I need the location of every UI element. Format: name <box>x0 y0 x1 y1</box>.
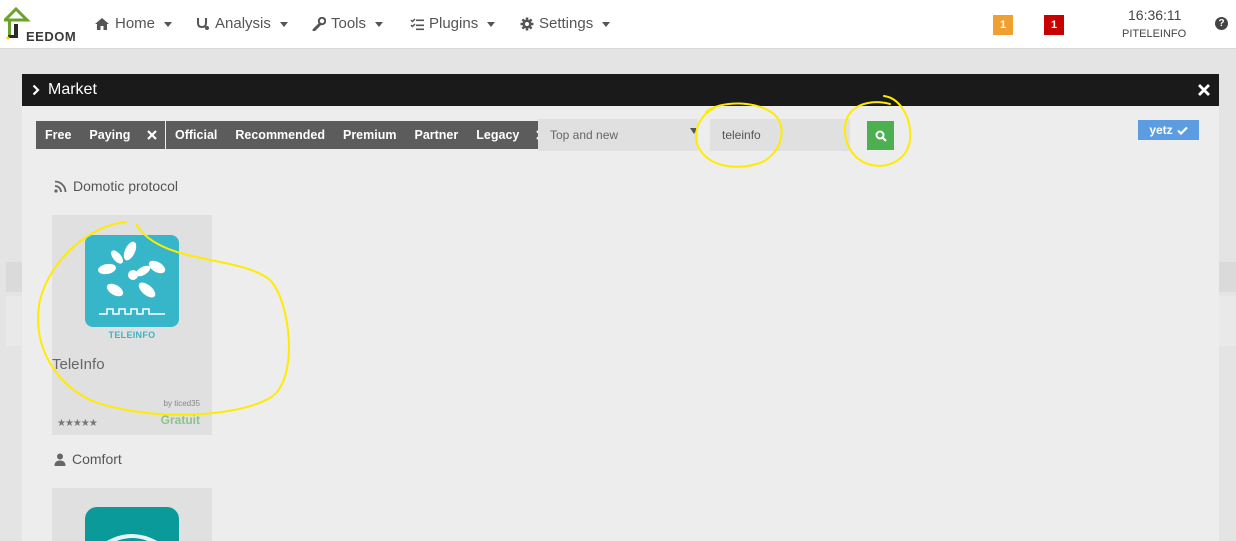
plugin-card-comfort[interactable] <box>52 488 212 541</box>
filter-recommended-button[interactable]: Recommended <box>226 121 334 149</box>
modal-header: Market <box>22 74 1219 106</box>
filter-paying-button[interactable]: Paying <box>80 121 139 149</box>
chevron-down-icon <box>602 22 611 27</box>
filter-premium-button[interactable]: Premium <box>334 121 406 149</box>
background-panel <box>1219 296 1236 346</box>
nav-tools-label: Tools <box>331 15 367 32</box>
comfort-plugin-icon <box>85 507 179 541</box>
clock-time: 16:36:11 <box>1128 7 1182 23</box>
category-label: Domotic protocol <box>73 178 179 194</box>
market-user-button[interactable]: yetz <box>1138 120 1199 140</box>
search-icon <box>875 130 887 142</box>
user-icon <box>54 453 66 466</box>
modal-title: Market <box>48 81 97 98</box>
category-domotic-protocol: Domotic protocol <box>54 178 178 194</box>
logo-text: EEDOM <box>26 29 77 44</box>
plugin-author: by ticed35 <box>163 399 200 408</box>
chevron-down-icon <box>487 22 496 27</box>
warning-count-badge[interactable]: 1 <box>993 15 1013 35</box>
type-filter-group: Official Recommended Premium Partner Leg… <box>166 121 555 149</box>
select-caret-icon <box>690 128 698 134</box>
rss-icon <box>54 180 67 193</box>
nav-settings[interactable]: Settings <box>520 15 611 32</box>
help-icon[interactable]: ? <box>1215 17 1228 30</box>
plugin-name: TeleInfo <box>52 356 105 373</box>
background-panel <box>6 296 22 346</box>
plugin-card-teleinfo[interactable]: TELEINFO TeleInfo by ticed35 ★★★★★ Gratu… <box>52 215 212 435</box>
chevron-down-icon <box>375 22 384 27</box>
clear-cost-filter-button[interactable] <box>139 121 165 149</box>
background-panel <box>1219 262 1236 292</box>
teleinfo-plugin-icon <box>85 235 179 327</box>
home-icon <box>95 17 109 30</box>
sort-select[interactable]: Top and new <box>538 119 698 151</box>
plugin-rating-stars: ★★★★★ <box>57 418 98 429</box>
comfort-logo-icon <box>106 534 158 541</box>
filter-partner-button[interactable]: Partner <box>405 121 467 149</box>
close-icon <box>147 130 158 140</box>
search-button[interactable] <box>867 121 894 150</box>
nav-analysis-label: Analysis <box>215 15 271 32</box>
filter-free-button[interactable]: Free <box>36 121 80 149</box>
chevron-down-icon <box>164 22 173 27</box>
chevron-down-icon <box>279 22 288 27</box>
market-user-label: yetz <box>1149 123 1173 137</box>
check-icon <box>1176 126 1188 135</box>
nav-tools[interactable]: Tools <box>312 15 384 32</box>
search-input[interactable] <box>710 119 850 151</box>
nav-settings-label: Settings <box>539 15 594 32</box>
nav-home[interactable]: Home <box>94 15 173 32</box>
gear-icon <box>520 17 534 30</box>
close-icon[interactable] <box>1197 83 1211 97</box>
top-navbar: EEDOM Home Analysis Tools Plugins Settin… <box>0 0 1236 49</box>
teleinfo-icon-label: TELEINFO <box>108 330 156 340</box>
error-count-badge[interactable]: 1 <box>1044 15 1064 35</box>
filter-legacy-button[interactable]: Legacy <box>467 121 528 149</box>
stethoscope-icon <box>197 17 209 30</box>
filter-official-button[interactable]: Official <box>166 121 226 149</box>
cost-filter-group: Free Paying <box>36 121 166 149</box>
chevron-right-icon <box>32 84 40 96</box>
nav-plugins[interactable]: Plugins <box>410 15 496 32</box>
teleinfo-logo-icon <box>98 241 166 315</box>
category-label: Comfort <box>72 451 122 467</box>
jeedom-logo[interactable]: EEDOM <box>1 6 76 44</box>
plugin-price: Gratuit <box>160 413 200 427</box>
market-modal: Market Free Paying Official Recommended … <box>22 74 1219 541</box>
wrench-icon <box>312 16 326 31</box>
nav-analysis[interactable]: Analysis <box>196 15 288 32</box>
hostname: PITELEINFO <box>1122 28 1187 40</box>
nav-plugins-label: Plugins <box>429 15 479 32</box>
background-panel <box>6 262 22 292</box>
tasks-icon <box>410 17 424 30</box>
nav-home-label: Home <box>115 15 156 32</box>
category-comfort: Comfort <box>54 451 122 467</box>
